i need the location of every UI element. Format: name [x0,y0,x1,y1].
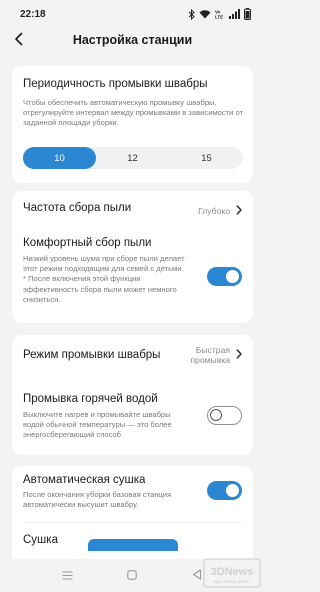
hot-water-wash-title: Промывка горячей водой [23,393,158,405]
dust-frequency-value: Глубоко [198,206,230,216]
menu-button[interactable] [60,569,74,583]
bluetooth-icon [188,8,195,20]
volte-icon: Vo LTE [215,9,225,20]
svg-text:DAILY DIGITAL DIGEST: DAILY DIGITAL DIGEST [214,580,251,584]
auto-drying-toggle[interactable] [207,481,242,500]
mop-wash-mode-value-line2: промывка [190,355,230,365]
comfort-dust-title: Комфортный сбор пыли [23,237,152,249]
dust-frequency-row[interactable]: Частота сбора пыли Глубоко [12,191,253,225]
dust-frequency-title: Частота сбора пыли [23,202,132,214]
status-bar: 22:18 Vo LTE [0,0,265,28]
mop-wash-mode-value-row: Быстрая промывка [190,345,242,365]
home-button[interactable] [125,569,139,583]
auto-drying-title: Автоматическая сушка [23,474,146,486]
svg-text:3DNews: 3DNews [211,566,254,578]
comfort-dust-description: Низкий уровень шума при сборе пыли делае… [23,254,185,304]
dust-frequency-value-row: Глубоко [198,202,242,220]
auto-drying-description: После окончания уборки базовая станция а… [23,490,172,510]
interval-option-10[interactable]: 10 [23,147,96,169]
battery-icon [244,8,251,20]
dust-collection-card: Частота сбора пыли Глубоко Комфортный сб… [12,191,253,323]
wifi-icon [199,9,211,19]
home-square-icon [127,567,137,585]
menu-icon [62,567,73,585]
watermark-logo: 3DNews DAILY DIGITAL DIGEST [203,556,261,590]
hot-water-wash-description: Выключите нагрев и промывайте швабры вод… [23,410,172,440]
page-title: Настройка станции [72,33,193,47]
mop-wash-interval-title: Периодичность промывки швабры [23,78,208,90]
back-nav-button[interactable] [190,569,204,583]
toggle-knob [210,409,222,421]
chevron-right-icon [236,346,242,364]
hot-water-wash-toggle[interactable] [207,406,242,425]
station-settings-screen: 22:18 Vo LTE Настройка станции Периодичн… [0,0,265,592]
mop-wash-mode-title: Режим промывки швабры [23,349,161,361]
mop-wash-mode-value-line1: Быстрая [195,345,230,355]
status-icons: Vo LTE [188,8,251,20]
svg-text:LTE: LTE [215,15,223,20]
comfort-dust-toggle[interactable] [207,267,242,286]
interval-option-15[interactable]: 15 [170,147,243,169]
drying-slider-partial[interactable] [88,539,178,551]
chevron-right-icon [236,202,242,220]
mop-wash-mode-value: Быстрая промывка [190,345,230,365]
mop-wash-mode-card: Режим промывки швабры Быстрая промывка П… [12,335,253,455]
divider [23,522,242,523]
mop-wash-interval-card: Периодичность промывки швабры Чтобы обес… [12,66,253,183]
header: Настройка станции [0,28,265,54]
drying-title: Сушка [23,534,58,546]
interval-option-12[interactable]: 12 [96,147,169,169]
mop-wash-mode-row[interactable]: Режим промывки швабры Быстрая промывка [12,335,253,377]
mop-wash-interval-description: Чтобы обеспечить автоматическую промывку… [23,98,244,128]
signal-icon [229,9,240,19]
status-time: 22:18 [20,9,46,20]
interval-segmented-control: 10 12 15 [23,147,243,169]
back-triangle-icon [192,567,202,585]
toggle-knob [226,270,239,283]
toggle-knob [226,484,239,497]
